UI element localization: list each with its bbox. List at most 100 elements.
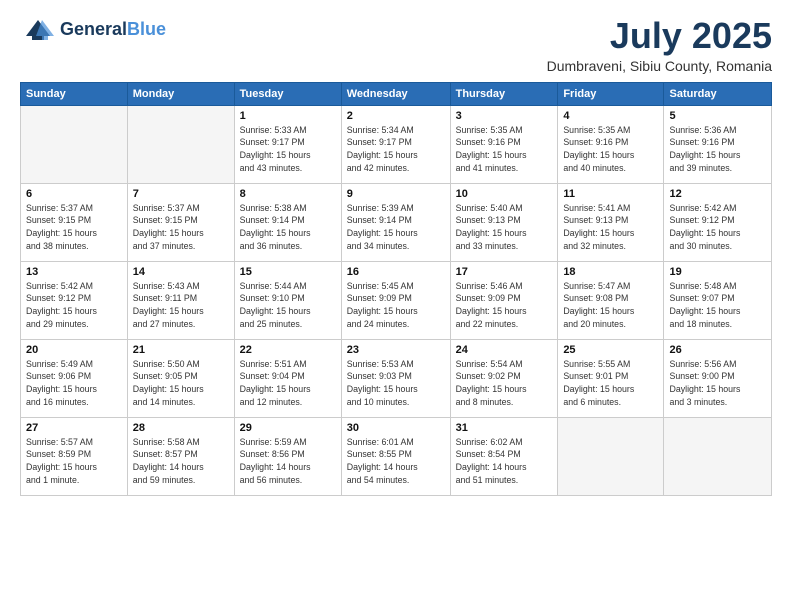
day-info: Sunrise: 5:56 AM Sunset: 9:00 PM Dayligh… — [669, 358, 766, 409]
day-cell-w4-d1: 20Sunrise: 5:49 AM Sunset: 9:06 PM Dayli… — [21, 339, 128, 417]
week-row-3: 13Sunrise: 5:42 AM Sunset: 9:12 PM Dayli… — [21, 261, 772, 339]
header-sunday: Sunday — [21, 82, 128, 105]
day-info: Sunrise: 5:35 AM Sunset: 9:16 PM Dayligh… — [456, 124, 553, 175]
day-cell-w3-d2: 14 Sunrise: 5:43 AM Sunset: 9:11 PM Dayli… — [127, 261, 234, 339]
day-number: 20 — [26, 344, 122, 356]
day-info: Sunrise: 5:55 AM Sunset: 9:01 PM Dayligh… — [563, 358, 658, 409]
day-info: Sunrise: 5:34 AM Sunset: 9:17 PM Dayligh… — [347, 124, 445, 175]
day-number: 29 — [240, 422, 336, 434]
day-number: 6 — [26, 188, 122, 200]
day-number: 3 — [456, 110, 553, 122]
day-cell-w1-d3: 1 Sunrise: 5:33 AM Sunset: 9:17 PM Daylig… — [234, 105, 341, 183]
day-cell-w4-d7: 26 Sunrise: 5:56 AM Sunset: 9:00 PM Dayli… — [664, 339, 772, 417]
day-number: 8 — [240, 188, 336, 200]
day-number: 24 — [456, 344, 553, 356]
day-info: Sunrise: 5:40 AM Sunset: 9:13 PM Dayligh… — [456, 202, 553, 253]
day-number: 28 — [133, 422, 229, 434]
week-row-2: 6 Sunrise: 5:37 AM Sunset: 9:15 PM Daylig… — [21, 183, 772, 261]
day-number: 23 — [347, 344, 445, 356]
day-info: Sunrise: 5:53 AM Sunset: 9:03 PM Dayligh… — [347, 358, 445, 409]
day-cell-w1-d5: 3 Sunrise: 5:35 AM Sunset: 9:16 PM Daylig… — [450, 105, 558, 183]
day-cell-w5-d7 — [664, 417, 772, 495]
day-info: Sunrise: 5:44 AM Sunset: 9:10 PM Dayligh… — [240, 280, 336, 331]
day-cell-w1-d6: 4Sunrise: 5:35 AM Sunset: 9:16 PM Daylig… — [558, 105, 664, 183]
day-number: 18 — [563, 266, 658, 278]
day-cell-w5-d2: 28 Sunrise: 5:58 AM Sunset: 8:57 PM Dayli… — [127, 417, 234, 495]
day-number: 22 — [240, 344, 336, 356]
day-cell-w3-d5: 17 Sunrise: 5:46 AM Sunset: 9:09 PM Dayli… — [450, 261, 558, 339]
header-monday: Monday — [127, 82, 234, 105]
day-cell-w4-d6: 25Sunrise: 5:55 AM Sunset: 9:01 PM Dayli… — [558, 339, 664, 417]
day-info: Sunrise: 5:35 AM Sunset: 9:16 PM Dayligh… — [563, 124, 658, 175]
day-cell-w4-d4: 23 Sunrise: 5:53 AM Sunset: 9:03 PM Dayli… — [341, 339, 450, 417]
day-cell-w5-d1: 27 Sunrise: 5:57 AM Sunset: 8:59 PM Dayli… — [21, 417, 128, 495]
day-info: Sunrise: 6:01 AM Sunset: 8:55 PM Dayligh… — [347, 436, 445, 487]
day-number: 10 — [456, 188, 553, 200]
day-cell-w2-d6: 11Sunrise: 5:41 AM Sunset: 9:13 PM Dayli… — [558, 183, 664, 261]
day-cell-w3-d3: 15Sunrise: 5:44 AM Sunset: 9:10 PM Dayli… — [234, 261, 341, 339]
day-number: 17 — [456, 266, 553, 278]
day-cell-w3-d1: 13Sunrise: 5:42 AM Sunset: 9:12 PM Dayli… — [21, 261, 128, 339]
week-row-5: 27 Sunrise: 5:57 AM Sunset: 8:59 PM Dayli… — [21, 417, 772, 495]
day-cell-w3-d7: 19Sunrise: 5:48 AM Sunset: 9:07 PM Dayli… — [664, 261, 772, 339]
page: GeneralBlue July 2025 Dumbraveni, Sibiu … — [0, 0, 792, 612]
day-info: Sunrise: 5:37 AM Sunset: 9:15 PM Dayligh… — [133, 202, 229, 253]
day-cell-w5-d3: 29 Sunrise: 5:59 AM Sunset: 8:56 PM Dayli… — [234, 417, 341, 495]
header-saturday: Saturday — [664, 82, 772, 105]
header: GeneralBlue July 2025 Dumbraveni, Sibiu … — [20, 16, 772, 74]
day-cell-w1-d1 — [21, 105, 128, 183]
day-info: Sunrise: 6:02 AM Sunset: 8:54 PM Dayligh… — [456, 436, 553, 487]
day-number: 26 — [669, 344, 766, 356]
day-number: 27 — [26, 422, 122, 434]
logo: GeneralBlue — [20, 16, 166, 44]
logo-text: GeneralBlue — [60, 20, 166, 40]
day-cell-w1-d4: 2 Sunrise: 5:34 AM Sunset: 9:17 PM Daylig… — [341, 105, 450, 183]
day-number: 21 — [133, 344, 229, 356]
day-cell-w2-d5: 10 Sunrise: 5:40 AM Sunset: 9:13 PM Dayli… — [450, 183, 558, 261]
day-cell-w5-d6 — [558, 417, 664, 495]
day-cell-w4-d3: 22 Sunrise: 5:51 AM Sunset: 9:04 PM Dayli… — [234, 339, 341, 417]
day-number: 30 — [347, 422, 445, 434]
day-info: Sunrise: 5:39 AM Sunset: 9:14 PM Dayligh… — [347, 202, 445, 253]
title-block: July 2025 Dumbraveni, Sibiu County, Roma… — [547, 16, 772, 74]
day-number: 13 — [26, 266, 122, 278]
week-row-1: 1 Sunrise: 5:33 AM Sunset: 9:17 PM Daylig… — [21, 105, 772, 183]
day-number: 12 — [669, 188, 766, 200]
day-info: Sunrise: 5:54 AM Sunset: 9:02 PM Dayligh… — [456, 358, 553, 409]
day-info: Sunrise: 5:45 AM Sunset: 9:09 PM Dayligh… — [347, 280, 445, 331]
day-cell-w2-d3: 8 Sunrise: 5:38 AM Sunset: 9:14 PM Daylig… — [234, 183, 341, 261]
day-number: 7 — [133, 188, 229, 200]
header-row: Sunday Monday Tuesday Wednesday Thursday… — [21, 82, 772, 105]
day-info: Sunrise: 5:42 AM Sunset: 9:12 PM Dayligh… — [669, 202, 766, 253]
day-info: Sunrise: 5:37 AM Sunset: 9:15 PM Dayligh… — [26, 202, 122, 253]
day-cell-w2-d7: 12 Sunrise: 5:42 AM Sunset: 9:12 PM Dayli… — [664, 183, 772, 261]
day-info: Sunrise: 5:41 AM Sunset: 9:13 PM Dayligh… — [563, 202, 658, 253]
month-title: July 2025 — [547, 16, 772, 56]
day-info: Sunrise: 5:36 AM Sunset: 9:16 PM Dayligh… — [669, 124, 766, 175]
day-cell-w4-d5: 24 Sunrise: 5:54 AM Sunset: 9:02 PM Dayli… — [450, 339, 558, 417]
day-info: Sunrise: 5:57 AM Sunset: 8:59 PM Dayligh… — [26, 436, 122, 487]
day-info: Sunrise: 5:38 AM Sunset: 9:14 PM Dayligh… — [240, 202, 336, 253]
day-info: Sunrise: 5:50 AM Sunset: 9:05 PM Dayligh… — [133, 358, 229, 409]
day-cell-w2-d4: 9 Sunrise: 5:39 AM Sunset: 9:14 PM Daylig… — [341, 183, 450, 261]
day-number: 9 — [347, 188, 445, 200]
day-cell-w3-d6: 18Sunrise: 5:47 AM Sunset: 9:08 PM Dayli… — [558, 261, 664, 339]
location-title: Dumbraveni, Sibiu County, Romania — [547, 58, 772, 74]
header-tuesday: Tuesday — [234, 82, 341, 105]
day-info: Sunrise: 5:33 AM Sunset: 9:17 PM Dayligh… — [240, 124, 336, 175]
day-number: 2 — [347, 110, 445, 122]
day-number: 14 — [133, 266, 229, 278]
day-number: 1 — [240, 110, 336, 122]
day-number: 19 — [669, 266, 766, 278]
calendar-table: Sunday Monday Tuesday Wednesday Thursday… — [20, 82, 772, 496]
day-info: Sunrise: 5:43 AM Sunset: 9:11 PM Dayligh… — [133, 280, 229, 331]
day-cell-w2-d1: 6 Sunrise: 5:37 AM Sunset: 9:15 PM Daylig… — [21, 183, 128, 261]
day-cell-w4-d2: 21 Sunrise: 5:50 AM Sunset: 9:05 PM Dayli… — [127, 339, 234, 417]
day-info: Sunrise: 5:46 AM Sunset: 9:09 PM Dayligh… — [456, 280, 553, 331]
header-friday: Friday — [558, 82, 664, 105]
day-info: Sunrise: 5:58 AM Sunset: 8:57 PM Dayligh… — [133, 436, 229, 487]
day-cell-w5-d5: 31Sunrise: 6:02 AM Sunset: 8:54 PM Dayli… — [450, 417, 558, 495]
day-info: Sunrise: 5:59 AM Sunset: 8:56 PM Dayligh… — [240, 436, 336, 487]
day-number: 5 — [669, 110, 766, 122]
day-info: Sunrise: 5:51 AM Sunset: 9:04 PM Dayligh… — [240, 358, 336, 409]
